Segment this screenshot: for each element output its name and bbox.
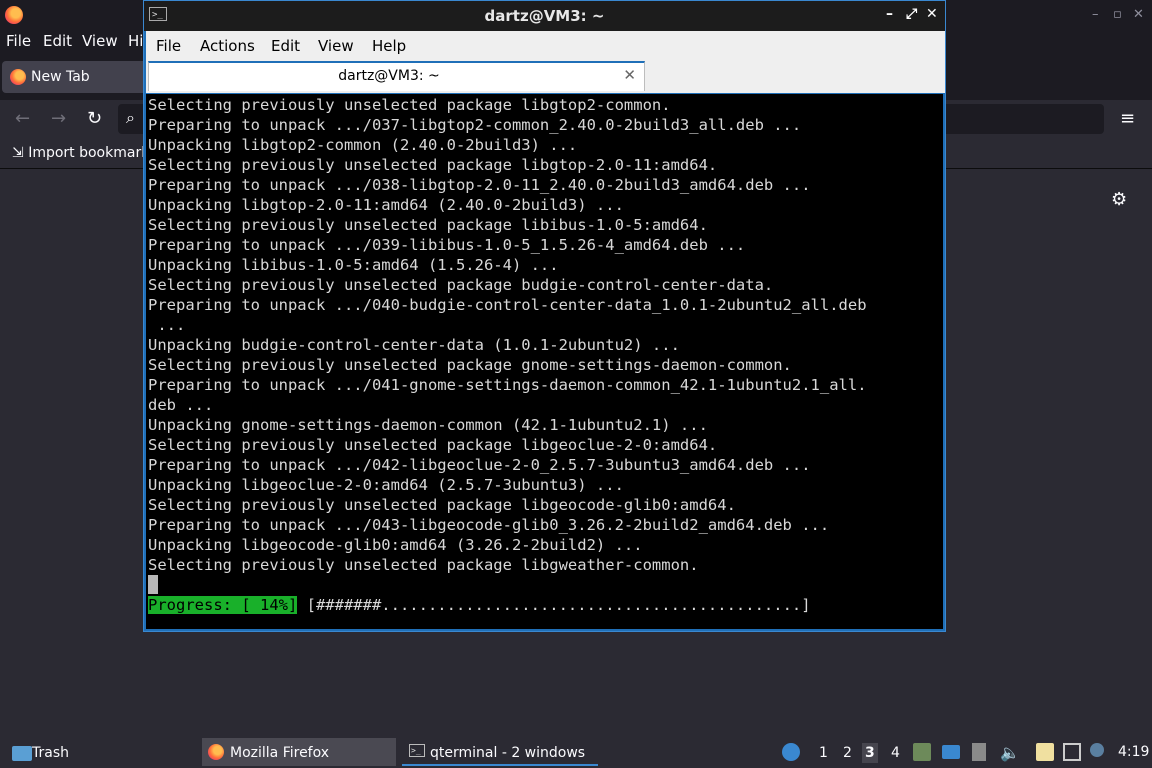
terminal-window-title: dartz@VM3: ~ xyxy=(484,7,605,25)
taskbar-firefox[interactable]: Mozilla Firefox xyxy=(202,738,396,766)
terminal-line: deb ... xyxy=(148,396,214,414)
terminal-line: Unpacking libgtop-2.0-11:amd64 (2.40.0-2… xyxy=(148,196,624,214)
firefox-menu-view[interactable]: View xyxy=(82,32,118,50)
firefox-menu-history[interactable]: Hi xyxy=(128,32,143,50)
terminal-window: >_ dartz@VM3: ~ – ⤢ ✕ File Actions Edit … xyxy=(143,0,946,632)
terminal-close-button[interactable]: ✕ xyxy=(926,6,938,22)
firefox-maximize-button[interactable]: ▫ xyxy=(1113,7,1122,22)
firefox-menu-file[interactable]: File xyxy=(6,32,31,50)
terminal-line: Selecting previously unselected package … xyxy=(148,216,708,234)
terminal-menu-file[interactable]: File xyxy=(156,37,181,55)
taskbar-qterminal-label: qterminal - 2 windows xyxy=(430,745,586,761)
terminal-line: Selecting previously unselected package … xyxy=(148,276,774,294)
terminal-line: Selecting previously unselected package … xyxy=(148,356,792,374)
terminal-line: Selecting previously unselected package … xyxy=(148,496,736,514)
terminal-line: ... xyxy=(148,316,186,334)
firefox-task-icon xyxy=(208,744,224,760)
taskbar: Trash Mozilla Firefox >_ qterminal - 2 w… xyxy=(0,736,1152,768)
terminal-line: Selecting previously unselected package … xyxy=(148,556,699,574)
workspace-4[interactable]: 4 xyxy=(891,745,900,761)
hamburger-menu-icon[interactable]: ≡ xyxy=(1120,108,1135,129)
terminal-line: Selecting previously unselected package … xyxy=(148,436,718,454)
clipboard-icon[interactable] xyxy=(972,743,986,761)
terminal-titlebar: >_ dartz@VM3: ~ – ⤢ ✕ xyxy=(144,1,945,31)
terminal-tab-label: dartz@VM3: ~ xyxy=(338,68,440,84)
progress-label: Progress: [ 14%] xyxy=(148,596,298,614)
terminal-task-icon: >_ xyxy=(409,744,425,757)
terminal-line: Preparing to unpack .../039-libibus-1.0-… xyxy=(148,236,746,254)
firefox-minimize-button[interactable]: – xyxy=(1092,7,1099,22)
terminal-line: Unpacking libgtop2-common (2.40.0-2build… xyxy=(148,136,578,154)
terminal-menu-view[interactable]: View xyxy=(318,37,354,55)
firefox-close-button[interactable]: ✕ xyxy=(1133,7,1144,22)
terminal-line: Preparing to unpack .../037-libgtop2-com… xyxy=(148,116,802,134)
terminal-menu-actions[interactable]: Actions xyxy=(200,37,255,55)
firefox-menu-edit[interactable]: Edit xyxy=(43,32,72,50)
terminal-line: Unpacking libgeocode-glib0:amd64 (3.26.2… xyxy=(148,536,643,554)
apt-progress: Progress: [ 14%] [#######...............… xyxy=(148,595,811,615)
trash-label: Trash xyxy=(32,745,69,761)
progress-bar-text: [#######................................… xyxy=(297,596,811,614)
firefox-tab-icon xyxy=(10,69,26,85)
terminal-cursor xyxy=(148,575,158,594)
trash-launcher[interactable]: Trash xyxy=(4,738,104,766)
workspace-1[interactable]: 1 xyxy=(819,745,828,761)
back-arrow-icon[interactable]: ← xyxy=(15,108,30,129)
terminal-line: Preparing to unpack .../041-gnome-settin… xyxy=(148,376,867,394)
forward-arrow-icon[interactable]: → xyxy=(51,108,66,129)
terminal-line: Unpacking libibus-1.0-5:amd64 (1.5.26-4)… xyxy=(148,256,559,274)
terminal-line: Preparing to unpack .../043-libgeocode-g… xyxy=(148,516,830,534)
clock[interactable]: 4:19 xyxy=(1118,744,1149,760)
gear-icon[interactable]: ⚙ xyxy=(1111,189,1127,210)
reload-icon[interactable]: ↻ xyxy=(87,108,102,129)
close-tab-icon[interactable]: ✕ xyxy=(623,66,636,84)
search-icon: ⌕ xyxy=(126,108,135,127)
terminal-line: Preparing to unpack .../040-budgie-contr… xyxy=(148,296,867,314)
taskbar-qterminal[interactable]: >_ qterminal - 2 windows xyxy=(402,738,598,766)
terminal-lines: Selecting previously unselected package … xyxy=(148,95,867,575)
network-icon[interactable] xyxy=(1063,743,1081,761)
terminal-menu-edit[interactable]: Edit xyxy=(271,37,300,55)
firefox-tab-label: New Tab xyxy=(31,69,90,85)
folder-icon xyxy=(12,746,32,761)
terminal-line: Selecting previously unselected package … xyxy=(148,156,718,174)
terminal-menu-help[interactable]: Help xyxy=(372,37,406,55)
notification-icon[interactable] xyxy=(1090,743,1104,757)
import-icon: ⇲ xyxy=(12,145,24,161)
terminal-tab[interactable]: dartz@VM3: ~ ✕ xyxy=(148,61,645,91)
terminal-line: Preparing to unpack .../038-libgtop-2.0-… xyxy=(148,176,811,194)
file-manager-icon[interactable] xyxy=(913,743,931,761)
system-menu-icon[interactable] xyxy=(782,743,800,761)
terminal-maximize-button[interactable]: ⤢ xyxy=(906,6,917,22)
desktop-icon[interactable] xyxy=(942,745,960,759)
terminal-tabbar: dartz@VM3: ~ ✕ xyxy=(146,61,945,93)
notes-icon[interactable] xyxy=(1036,743,1054,761)
terminal-line: Unpacking libgeoclue-2-0:amd64 (2.5.7-3u… xyxy=(148,476,624,494)
terminal-menubar: File Actions Edit View Help xyxy=(146,31,945,61)
volume-icon[interactable]: 🔈 xyxy=(1000,743,1020,762)
terminal-minimize-button[interactable]: – xyxy=(886,6,893,22)
taskbar-firefox-label: Mozilla Firefox xyxy=(230,745,330,761)
workspace-3[interactable]: 3 xyxy=(862,743,878,763)
terminal-line: Unpacking gnome-settings-daemon-common (… xyxy=(148,416,708,434)
terminal-line: Unpacking budgie-control-center-data (1.… xyxy=(148,336,680,354)
firefox-logo-icon xyxy=(5,6,23,24)
workspace-2[interactable]: 2 xyxy=(843,745,852,761)
terminal-line: Selecting previously unselected package … xyxy=(148,96,671,114)
firefox-tab-new-tab[interactable]: New Tab xyxy=(2,61,152,93)
terminal-output[interactable]: Selecting previously unselected package … xyxy=(146,94,943,629)
terminal-line: Preparing to unpack .../042-libgeoclue-2… xyxy=(148,456,811,474)
